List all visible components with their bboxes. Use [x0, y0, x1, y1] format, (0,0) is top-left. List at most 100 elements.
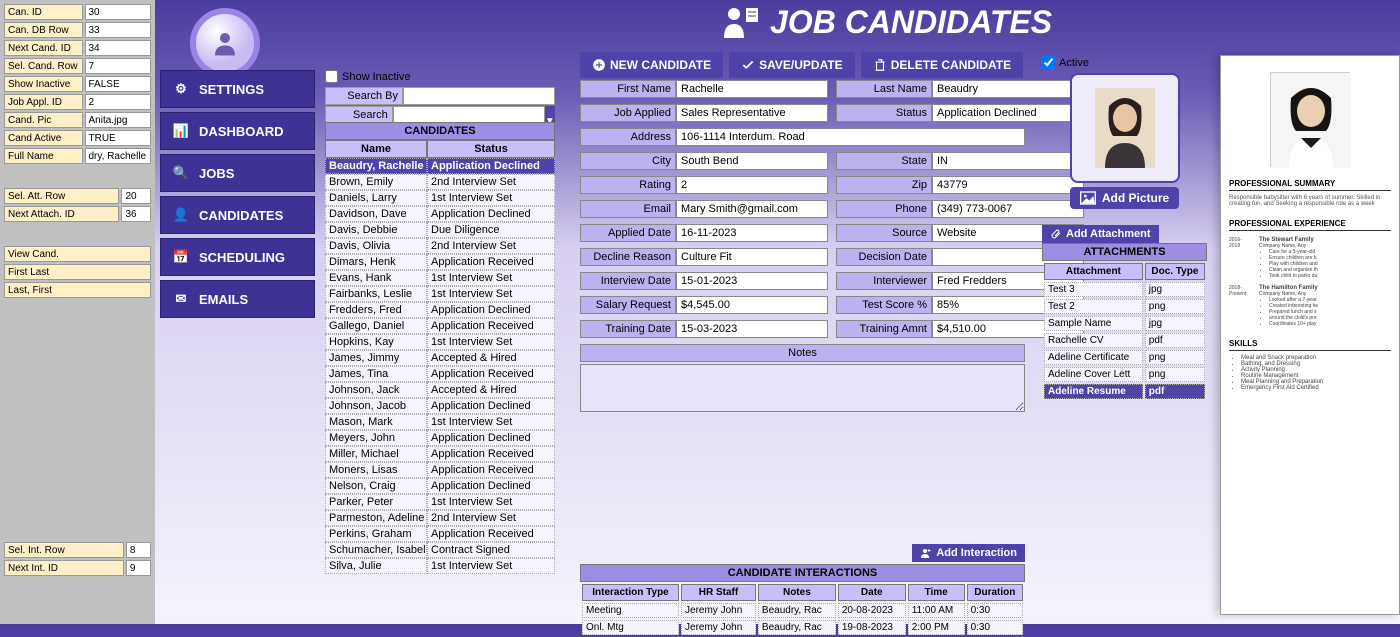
decisionDate-label: Decision Date [836, 248, 932, 266]
add-interaction-button[interactable]: Add Interaction [912, 544, 1025, 562]
debug-cell: 36 [121, 206, 151, 222]
candidate-row[interactable]: Beaudry, RachelleApplication Declined [325, 158, 555, 174]
appliedDate-input[interactable] [676, 224, 828, 242]
candidate-row[interactable]: Johnson, JackAccepted & Hired [325, 382, 555, 398]
trainingDate-input[interactable] [676, 320, 828, 338]
resume-preview: PROFESSIONAL SUMMARY Responsible babysit… [1220, 55, 1400, 615]
candidate-row[interactable]: Davis, Olivia2nd Interview Set [325, 238, 555, 254]
phone-label: Phone [836, 200, 932, 218]
testScore-label: Test Score % [836, 296, 932, 314]
debug-cell: Can. ID [4, 4, 83, 20]
attachment-row[interactable]: Test 3jpg [1044, 282, 1205, 297]
candidate-row[interactable]: Schumacher, IsabelContract Signed [325, 542, 555, 558]
notes-input[interactable] [580, 364, 1025, 412]
attachment-row[interactable]: Rachelle CVpdf [1044, 333, 1205, 348]
nav-emails[interactable]: ✉EMAILS [160, 280, 315, 318]
nav-icon: 📊 [171, 121, 191, 141]
resume-photo [1270, 72, 1350, 167]
declineReason-label: Decline Reason [580, 248, 676, 266]
attachments-title: ATTACHMENTS [1042, 243, 1207, 261]
nav-jobs[interactable]: 🔍JOBS [160, 154, 315, 192]
email-input[interactable] [676, 200, 828, 218]
candidate-row[interactable]: Daniels, Larry1st Interview Set [325, 190, 555, 206]
interaction-row[interactable]: MeetingJeremy JohnBeaudry, Rac20-08-2023… [582, 603, 1023, 618]
image-icon [1080, 191, 1096, 205]
check-icon [741, 58, 755, 72]
search-by-input[interactable] [403, 87, 555, 105]
candidate-row[interactable]: Johnson, JacobApplication Declined [325, 398, 555, 414]
delete-candidate-button[interactable]: DELETE CANDIDATE [861, 52, 1023, 78]
interviewDate-input[interactable] [676, 272, 828, 290]
candidate-row[interactable]: Davidson, DaveApplication Declined [325, 206, 555, 222]
candidate-row[interactable]: Nelson, CraigApplication Declined [325, 478, 555, 494]
interaction-row[interactable]: Onl. MtgJeremy JohnBeaudry, Rac19-08-202… [582, 620, 1023, 635]
nav-settings[interactable]: ⚙SETTINGS [160, 70, 315, 108]
candidate-row[interactable]: Dimars, HenkApplication Received [325, 254, 555, 270]
attach-col: Attachment [1044, 263, 1143, 280]
nav-dashboard[interactable]: 📊DASHBOARD [160, 112, 315, 150]
candidates-list-title: CANDIDATES [325, 122, 555, 140]
debug-cell: Next Cand. ID [4, 40, 83, 56]
debug-cell: 7 [85, 58, 152, 74]
jobApplied-label: Job Applied [580, 104, 676, 122]
candidate-row[interactable]: Hopkins, Kay1st Interview Set [325, 334, 555, 350]
candidate-row[interactable]: Fredders, FredApplication Declined [325, 302, 555, 318]
candidate-row[interactable]: Meyers, JohnApplication Declined [325, 430, 555, 446]
source-label: Source [836, 224, 932, 242]
debug-cell: Next Int. ID [4, 560, 124, 576]
rating-input[interactable] [676, 176, 828, 194]
resume-experience-heading: PROFESSIONAL EXPERIENCE [1229, 219, 1391, 231]
add-picture-button[interactable]: Add Picture [1070, 187, 1179, 209]
debug-cell: Full Name [4, 148, 83, 164]
candidates-list: CANDIDATES Name Status Beaudry, Rachelle… [325, 122, 555, 574]
city-input[interactable] [676, 152, 828, 170]
attachment-row[interactable]: Test 2png [1044, 299, 1205, 314]
candidate-row[interactable]: Parmeston, Adeline2nd Interview Set [325, 510, 555, 526]
debug-cell: Can. DB Row [4, 22, 83, 38]
firstName-input[interactable] [676, 80, 828, 98]
save-update-button[interactable]: SAVE/UPDATE [729, 52, 855, 78]
col-status-header: Status [427, 140, 555, 158]
interviewDate-label: Interview Date [580, 272, 676, 290]
debug-cell: 9 [126, 560, 151, 576]
person-plus-icon [920, 547, 932, 559]
candidate-row[interactable]: James, TinaApplication Received [325, 366, 555, 382]
active-checkbox[interactable]: Active [1042, 56, 1207, 69]
jobApplied-input[interactable] [676, 104, 828, 122]
show-inactive-checkbox[interactable]: Show Inactive [325, 70, 555, 83]
debug-cell: 34 [85, 40, 152, 56]
debug-cell: 30 [85, 4, 152, 20]
debug-cell: Last, First [4, 282, 151, 298]
new-candidate-button[interactable]: NEW CANDIDATE [580, 52, 723, 78]
nav-icon: 👤 [171, 205, 191, 225]
debug-cell: Cand. Pic [4, 112, 83, 128]
candidate-row[interactable]: Moners, LisasApplication Received [325, 462, 555, 478]
attachment-row[interactable]: Sample Namejpg [1044, 316, 1205, 331]
candidate-row[interactable]: Miller, MichaelApplication Received [325, 446, 555, 462]
resume-summary-heading: PROFESSIONAL SUMMARY [1229, 179, 1391, 191]
attachment-row[interactable]: Adeline Certificatepng [1044, 350, 1205, 365]
debug-cell: Anita.jpg [85, 112, 152, 128]
nav-candidates[interactable]: 👤CANDIDATES [160, 196, 315, 234]
declineReason-input[interactable] [676, 248, 828, 266]
address-input[interactable] [676, 128, 1025, 146]
candidate-row[interactable]: Silva, Julie1st Interview Set [325, 558, 555, 574]
candidate-row[interactable]: James, JimmyAccepted & Hired [325, 350, 555, 366]
candidate-row[interactable]: Brown, Emily2nd Interview Set [325, 174, 555, 190]
address-label: Address [580, 128, 676, 146]
salaryRequest-input[interactable] [676, 296, 828, 314]
nav-scheduling[interactable]: 📅SCHEDULING [160, 238, 315, 276]
add-attachment-button[interactable]: Add Attachment [1042, 225, 1159, 243]
candidate-row[interactable]: Perkins, GrahamApplication Received [325, 526, 555, 542]
candidate-row[interactable]: Davis, DebbieDue Diligence [325, 222, 555, 238]
interactions-panel: Add Interaction CANDIDATE INTERACTIONS I… [580, 544, 1025, 637]
candidate-row[interactable]: Gallego, DanielApplication Received [325, 318, 555, 334]
candidate-row[interactable]: Fairbanks, Leslie1st Interview Set [325, 286, 555, 302]
attachment-row[interactable]: Adeline Resumepdf [1044, 384, 1205, 399]
attachment-row[interactable]: Adeline Cover Lettpng [1044, 367, 1205, 382]
page-title: JOB CANDIDATES [720, 2, 1052, 42]
candidate-row[interactable]: Mason, Mark1st Interview Set [325, 414, 555, 430]
debug-cell: Next Attach. ID [4, 206, 119, 222]
candidate-row[interactable]: Evans, Hank1st Interview Set [325, 270, 555, 286]
candidate-row[interactable]: Parker, Peter1st Interview Set [325, 494, 555, 510]
